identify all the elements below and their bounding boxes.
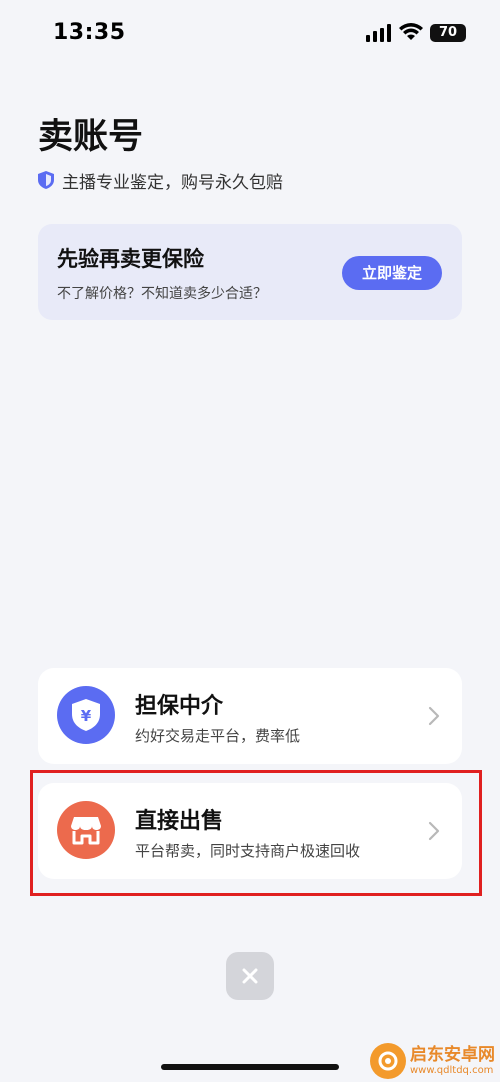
appraise-now-button[interactable]: 立即鉴定 [342, 256, 442, 290]
promo-title: 先验再卖更保险 [57, 247, 204, 271]
close-icon [242, 968, 258, 984]
wifi-icon [399, 23, 423, 40]
status-bar: 13:35 70 [0, 0, 500, 66]
cellular-signal-icon [366, 24, 391, 42]
escrow-option-title: 担保中介 [135, 694, 224, 719]
subtitle-row: 主播专业鉴定，购号永久包赔 [38, 169, 283, 193]
status-time: 13:35 [53, 20, 126, 45]
battery-level: 70 [438, 25, 458, 40]
svg-text:¥: ¥ [81, 707, 92, 725]
escrow-option-description: 约好交易走平台，费率低 [135, 727, 301, 745]
battery-indicator: 70 [430, 24, 466, 42]
escrow-option-card[interactable]: ¥ 担保中介 约好交易走平台，费率低 [38, 668, 462, 764]
promo-description: 不了解价格？不知道卖多少合适？ [57, 286, 267, 302]
page-title: 卖账号 [38, 117, 144, 157]
chevron-right-icon [428, 706, 440, 726]
close-button[interactable] [226, 952, 274, 1000]
watermark-url: www.qdltdq.com [410, 1064, 494, 1076]
home-indicator[interactable] [161, 1064, 339, 1070]
shield-yen-icon: ¥ [57, 686, 115, 744]
page-subtitle: 主播专业鉴定，购号永久包赔 [62, 172, 283, 193]
watermark-name: 启东安卓网 [410, 1045, 495, 1066]
watermark-logo-icon [370, 1043, 406, 1079]
shield-check-icon [38, 171, 54, 189]
appraisal-promo-card: 先验再卖更保险 不了解价格？不知道卖多少合适？ 立即鉴定 [38, 224, 462, 320]
highlight-annotation-box [30, 770, 482, 896]
site-watermark: 启东安卓网 www.qdltdq.com [370, 1040, 500, 1082]
